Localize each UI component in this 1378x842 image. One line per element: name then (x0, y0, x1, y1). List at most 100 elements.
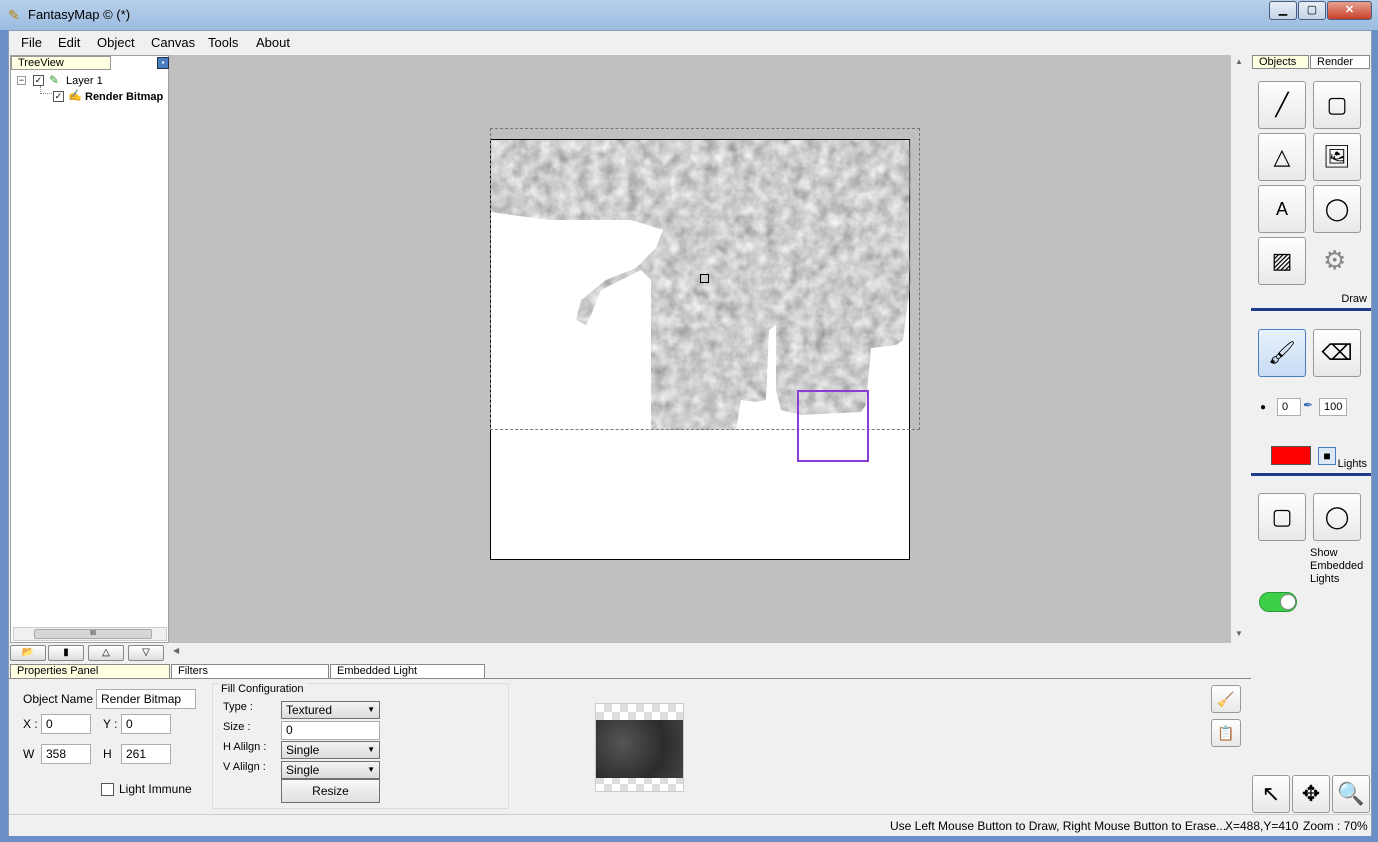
clipboard-icon: 📋 (1217, 724, 1235, 741)
add-layer-button[interactable]: 📂 (10, 645, 46, 661)
move-icon: ✥ (1301, 781, 1321, 806)
layer-checkbox[interactable]: ✓ (33, 75, 44, 86)
pattern-tool-button[interactable]: ▨ (1258, 237, 1306, 285)
h-align-select[interactable]: Single (281, 741, 380, 759)
pen-icon: ✒ (1303, 398, 1314, 412)
section-divider (1251, 473, 1371, 476)
image-tool-button[interactable]: 🖼 (1313, 133, 1361, 181)
rectangle-tool-button[interactable]: ▢ (1313, 81, 1361, 129)
pan-tool-button[interactable]: ✥ (1292, 775, 1330, 813)
canvas-vertical-scrollbar[interactable]: ▲ ▼ (1231, 55, 1248, 643)
select-tool-button[interactable]: ↖ (1252, 775, 1290, 813)
brush-tool-button[interactable]: 🖌 (1258, 329, 1306, 377)
tab-filters[interactable]: Filters (171, 664, 329, 679)
brush-cursor (797, 390, 869, 462)
tree-connector (40, 86, 52, 94)
tree-view-panel: TreeView ▪ − ✓ ✎ Layer 1 ✓ ✍ Render Bitm… (10, 55, 169, 643)
tab-properties-panel[interactable]: Properties Panel (10, 664, 170, 679)
rectangle-icon: ▢ (1271, 504, 1293, 529)
pointer-icon: ↖ (1261, 781, 1281, 806)
polygon-icon: △ (1273, 144, 1291, 169)
move-down-button[interactable]: ▽ (128, 645, 164, 661)
zoom-tool-button[interactable]: 🔍 (1332, 775, 1370, 813)
hatch-icon: ▨ (1271, 248, 1293, 273)
menu-bar: File Edit Object Canvas Tools About (9, 31, 1371, 53)
h-label: H (103, 747, 112, 761)
light-immune-checkbox[interactable] (101, 783, 114, 796)
height-input[interactable]: 261 (121, 744, 171, 764)
size-input[interactable]: 0 (281, 721, 380, 740)
object-name-input[interactable]: Render Bitmap (96, 689, 196, 709)
menu-file[interactable]: File (21, 35, 42, 50)
y-input[interactable]: 0 (121, 714, 171, 734)
menu-edit[interactable]: Edit (58, 35, 80, 50)
menu-object[interactable]: Object (97, 35, 135, 50)
tree-toolbar: 📂 ▮ △ ▽ (10, 645, 169, 663)
clear-button[interactable]: 🧹 (1211, 685, 1241, 713)
tree-horizontal-scrollbar[interactable]: III (13, 627, 167, 641)
type-select[interactable]: Textured (281, 701, 380, 719)
close-button[interactable]: ✕ (1327, 1, 1372, 20)
polygon-tool-button[interactable]: △ (1258, 133, 1306, 181)
main-window: File Edit Object Canvas Tools About Tree… (8, 30, 1372, 836)
magnifier-icon: 🔍 (1337, 781, 1365, 806)
canvas-horizontal-scrollbar[interactable]: ◀ (169, 643, 1248, 660)
tab-render[interactable]: Render (1310, 55, 1370, 69)
minimize-button[interactable]: ▁ (1269, 1, 1297, 20)
resize-button[interactable]: Resize (281, 779, 380, 803)
brush-color-swatch[interactable] (1271, 446, 1311, 465)
gear-icon[interactable]: ⚙ (1323, 245, 1346, 276)
brush-size-min-input[interactable]: 0 (1277, 398, 1301, 416)
eraser-tool-button[interactable]: ⌫ (1313, 329, 1361, 377)
title-bar: ✎ FantasyMap © (*) ▁ ▢ ✕ (0, 0, 1378, 30)
fill-configuration-title: Fill Configuration (219, 683, 306, 695)
brush-icon: 🖌 (1268, 340, 1296, 365)
menu-tools[interactable]: Tools (208, 35, 238, 50)
tab-embedded-light[interactable]: Embedded Light (330, 664, 485, 679)
lights-section-label: Lights (1337, 458, 1367, 470)
text-tool-button[interactable]: A (1258, 185, 1306, 233)
brush-opacity-input[interactable]: 100 (1319, 398, 1347, 416)
delete-layer-button[interactable]: ▮ (48, 645, 84, 661)
section-divider (1251, 308, 1371, 311)
color-picker-button[interactable]: ■ (1318, 447, 1336, 465)
line-tool-button[interactable]: ╱ (1258, 81, 1306, 129)
light-immune-label: Light Immune (119, 782, 192, 796)
type-label: Type : (223, 701, 253, 713)
tree-item-render-bitmap[interactable]: Render Bitmap (85, 91, 163, 103)
x-label: X : (23, 717, 38, 731)
tab-objects[interactable]: Objects (1252, 55, 1309, 69)
paste-button[interactable]: 📋 (1211, 719, 1241, 747)
move-up-button[interactable]: △ (88, 645, 124, 661)
tab-treeview[interactable]: TreeView (11, 56, 111, 70)
tree-item-layer[interactable]: Layer 1 (66, 75, 103, 87)
properties-panel: Object Name Render Bitmap X : 0 Y : 0 W … (9, 679, 1251, 812)
image-icon: 🖼 (1323, 144, 1351, 169)
x-input[interactable]: 0 (41, 714, 91, 734)
maximize-button[interactable]: ▢ (1298, 1, 1326, 20)
menu-about[interactable]: About (256, 35, 290, 50)
area-light-button[interactable]: ▢ (1258, 493, 1306, 541)
point-light-button[interactable]: ◯ (1313, 493, 1361, 541)
v-align-select[interactable]: Single (281, 761, 380, 779)
tools-panel: Objects Render ╱ ▢ △ 🖼 A ◯ ▨ ⚙ Draw 🖌 ⌫ … (1251, 55, 1371, 835)
collapse-icon[interactable]: − (17, 76, 26, 85)
y-label: Y : (103, 717, 118, 731)
v-align-label: V Alilgn : (223, 761, 266, 773)
size-label: Size : (223, 721, 251, 733)
broom-icon: 🧹 (1217, 690, 1235, 707)
app-icon: ✎ (8, 7, 20, 23)
fill-configuration-group: Fill Configuration Type : Textured Size … (212, 683, 684, 809)
texture-thumbnail (596, 720, 683, 778)
pin-icon[interactable]: ▪ (157, 57, 169, 69)
width-input[interactable]: 358 (41, 744, 91, 764)
show-embedded-lights-toggle[interactable] (1259, 592, 1297, 612)
render-bitmap-checkbox[interactable]: ✓ (53, 91, 64, 102)
ellipse-tool-button[interactable]: ◯ (1313, 185, 1361, 233)
canvas-area[interactable] (169, 55, 1231, 643)
draw-section-label: Draw (1341, 293, 1367, 305)
texture-preview[interactable] (595, 703, 684, 792)
brush-dot-icon: ● (1260, 402, 1267, 413)
object-handle[interactable] (700, 274, 709, 283)
menu-canvas[interactable]: Canvas (151, 35, 195, 50)
